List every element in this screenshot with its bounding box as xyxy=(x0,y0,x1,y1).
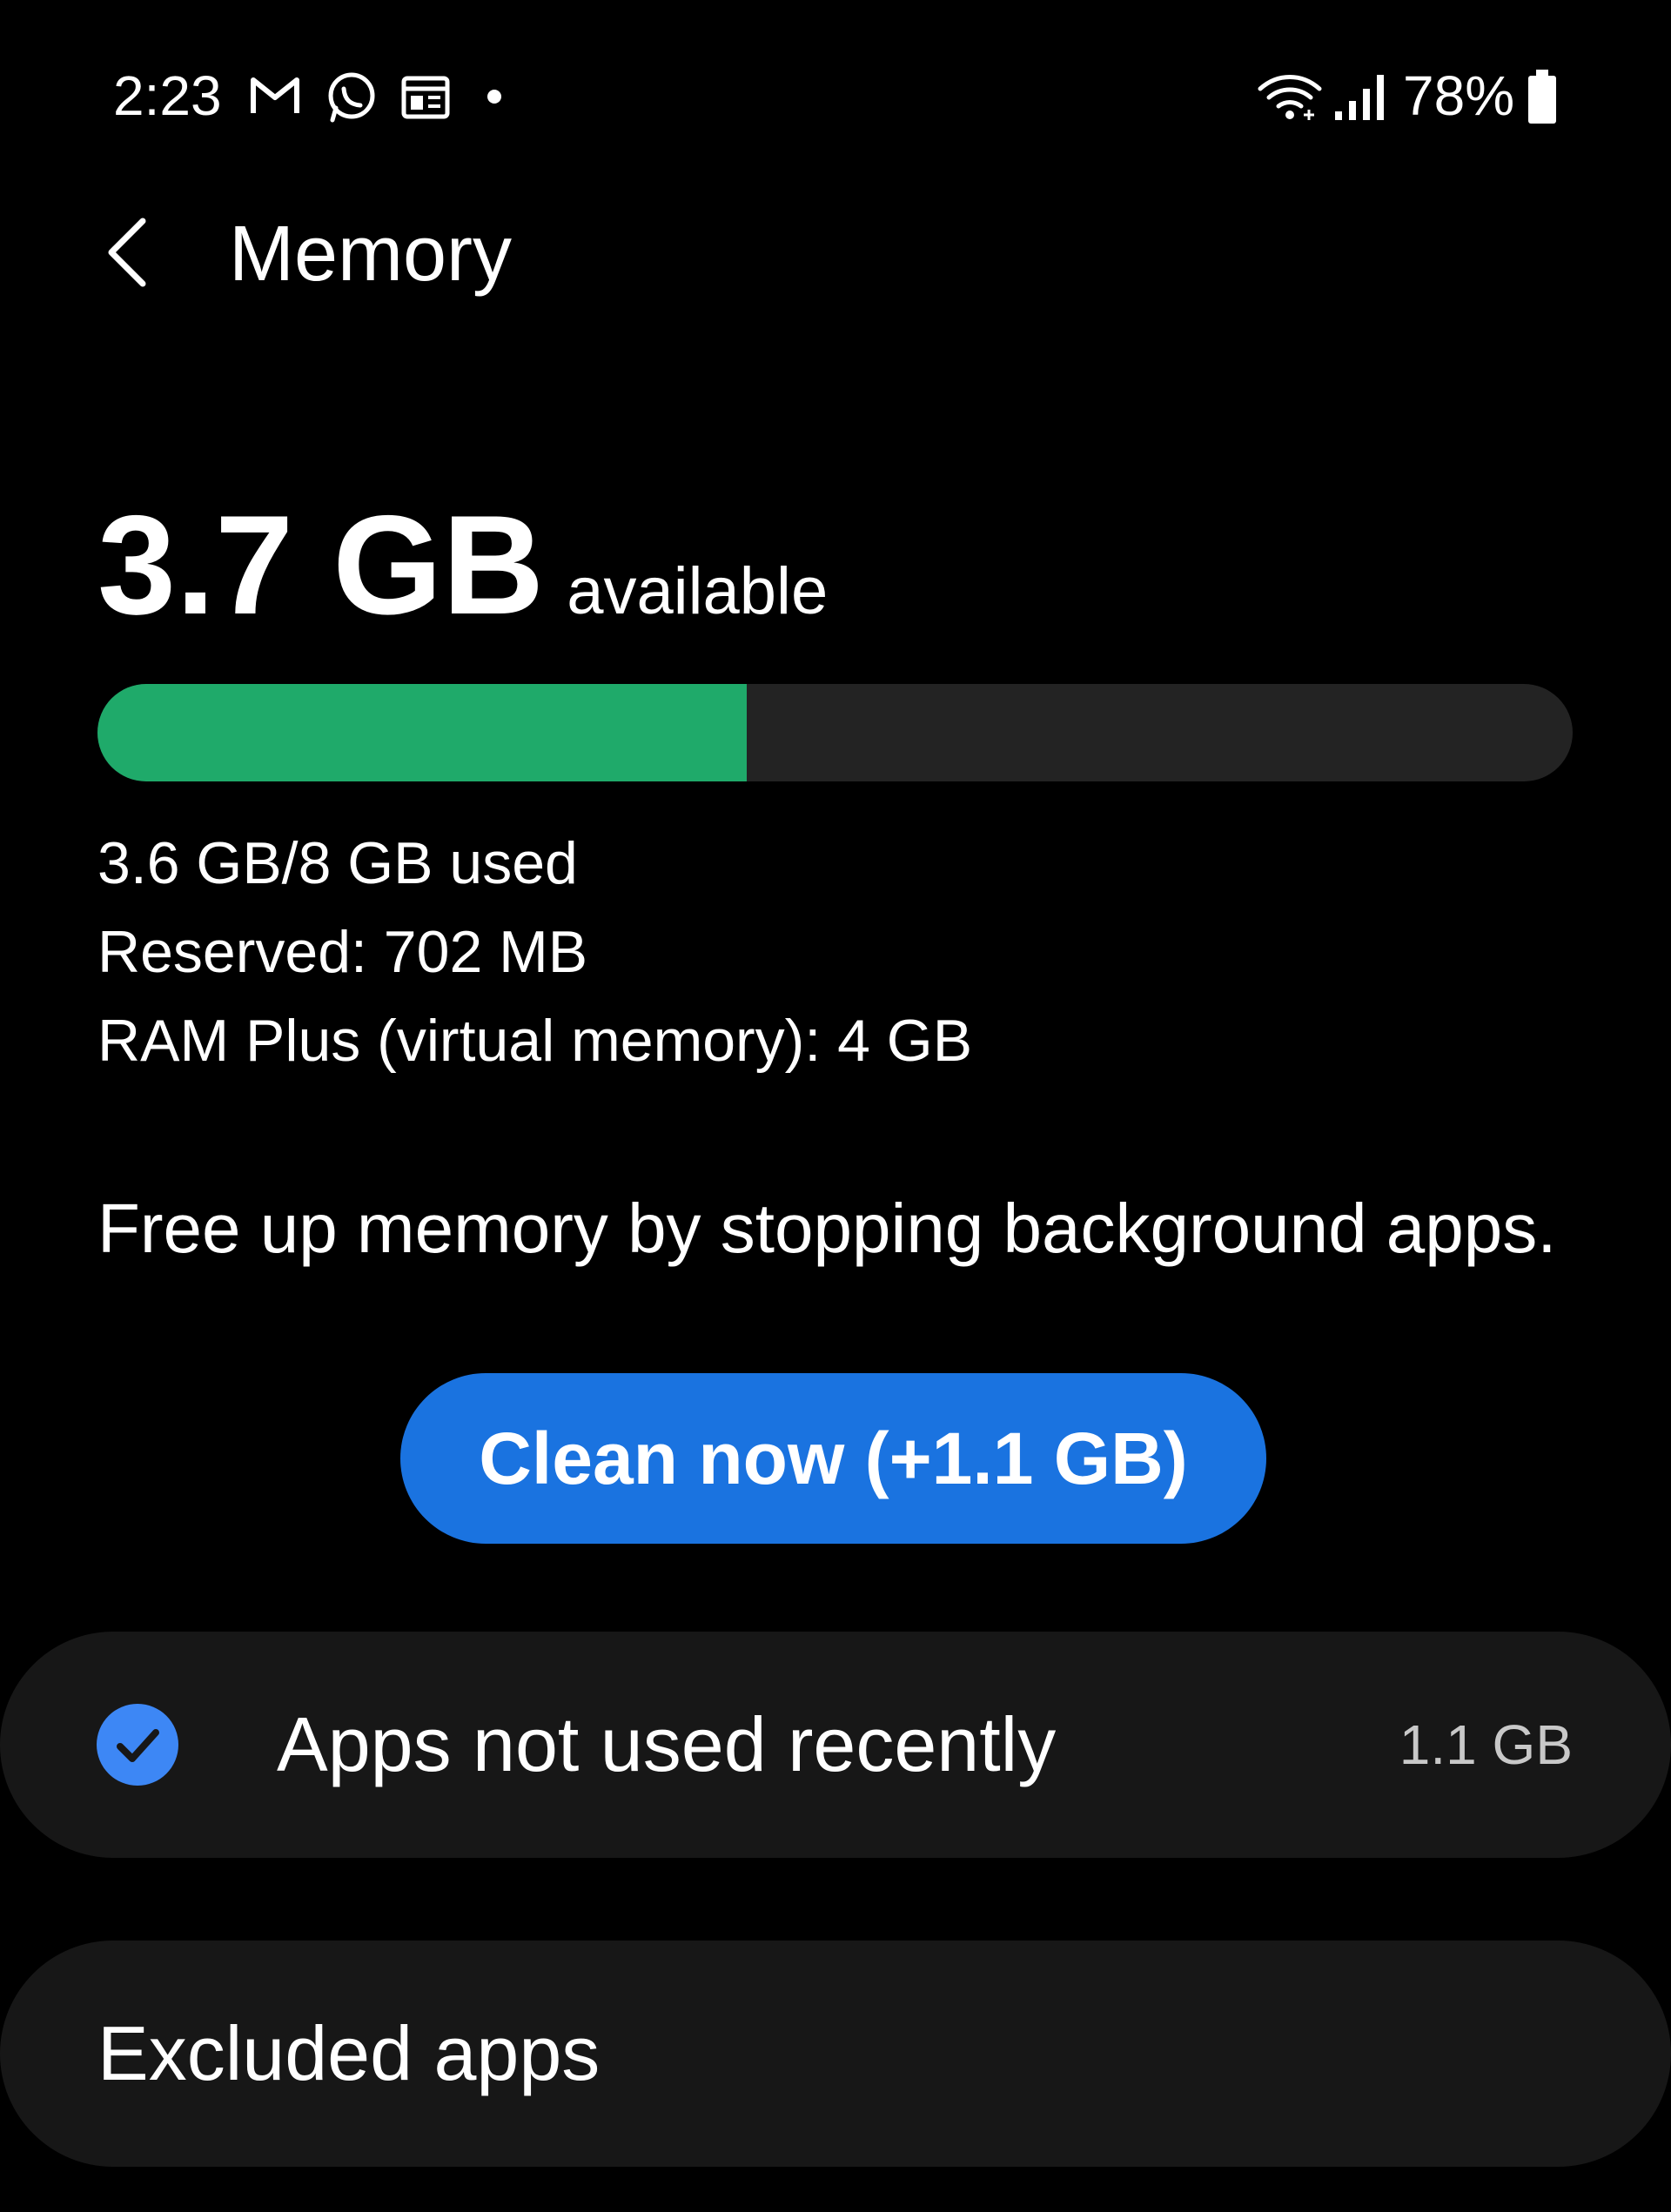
checkbox-checked-icon[interactable] xyxy=(94,1701,181,1788)
available-value: 3.7 GB xyxy=(97,486,545,644)
available-summary: 3.7 GB available xyxy=(97,487,828,644)
memory-usage-fill xyxy=(97,684,747,781)
excluded-apps-label: Excluded apps xyxy=(97,2010,601,2096)
battery-percent: 78% xyxy=(1403,64,1515,127)
apps-not-used-recently-item[interactable]: Apps not used recently 1.1 GB xyxy=(0,1632,1671,1858)
apps-not-used-label: Apps not used recently xyxy=(277,1701,1057,1787)
clean-now-button[interactable]: Clean now (+1.1 GB) xyxy=(400,1373,1266,1544)
apps-not-used-size: 1.1 GB xyxy=(1399,1713,1573,1776)
available-label: available xyxy=(567,554,829,628)
reserved-text: Reserved: 702 MB xyxy=(97,919,588,985)
status-time: 2:23 xyxy=(113,64,222,127)
chevron-left-icon xyxy=(108,218,146,287)
signal-icon xyxy=(1335,75,1384,120)
memory-usage-bar xyxy=(97,684,1573,781)
excluded-apps-item[interactable]: Excluded apps xyxy=(0,1941,1671,2167)
status-bar: 2:23 78% xyxy=(0,0,1671,200)
battery-icon xyxy=(1528,70,1556,124)
back-button[interactable] xyxy=(87,209,174,296)
whatsapp-icon xyxy=(328,72,375,123)
gmail-icon xyxy=(251,77,299,113)
ram-plus-text: RAM Plus (virtual memory): 4 GB xyxy=(97,1008,973,1074)
description-text: Free up memory by stopping background ap… xyxy=(97,1190,1557,1267)
wifi-icon xyxy=(1258,75,1322,120)
dot-icon xyxy=(487,90,501,104)
calendar-icon xyxy=(401,76,450,119)
used-text: 3.6 GB/8 GB used xyxy=(97,830,578,896)
page-title: Memory xyxy=(229,211,513,298)
